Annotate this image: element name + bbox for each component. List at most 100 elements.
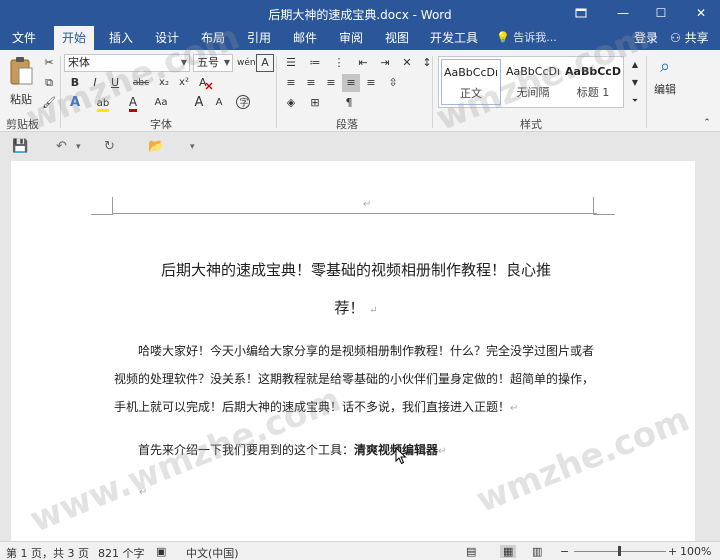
style-no-spacing[interactable]: AaBbCcDı 无间隔 xyxy=(503,59,563,105)
scroll-up-icon[interactable]: ▲ xyxy=(626,56,644,72)
clear-formatting-icon[interactable]: A xyxy=(196,74,214,92)
restore-down-icon[interactable] xyxy=(564,0,598,26)
page-count[interactable]: 第 1 页，共 3 页 xyxy=(6,545,89,560)
minimize-button[interactable]: — xyxy=(606,0,640,26)
group-divider xyxy=(432,56,433,128)
tab-layout[interactable]: 布局 xyxy=(193,26,233,50)
text-line: 手机上就可以完成！后期大神的速成宝典！话不多说，我们直接进入正题！↵ xyxy=(114,393,604,423)
read-mode-icon[interactable]: ▤ xyxy=(466,545,476,558)
redo-icon[interactable]: ↻ xyxy=(104,137,115,157)
tab-insert[interactable]: 插入 xyxy=(101,26,141,50)
language[interactable]: 中文(中国) xyxy=(186,545,239,560)
paragraph-group-label: 段落 xyxy=(336,118,358,131)
title-line-text: 荐！ xyxy=(334,299,365,317)
customize-qat-icon[interactable]: ▾ xyxy=(190,137,195,157)
tab-design[interactable]: 设计 xyxy=(147,26,187,50)
intro-paragraph[interactable]: 哈喽大家好！今天小编给大家分享的是视频相册制作教程！什么？完全没学过图片或者 视… xyxy=(114,337,604,423)
margin-corner-mark xyxy=(91,197,113,215)
document-title[interactable]: 后期大神的速成宝典！零基础的视频相册制作教程！良心推 荐！ ↵ xyxy=(111,253,601,328)
chevron-down-icon: ▼ xyxy=(180,58,187,67)
zoom-out-button[interactable]: − xyxy=(560,545,569,558)
align-left-icon[interactable]: ≡ xyxy=(282,74,300,92)
font-size-combo[interactable]: 五号 ▼ xyxy=(193,54,233,72)
font-name-combo[interactable]: 宋体 ▼ xyxy=(64,54,190,72)
multilevel-list-icon[interactable]: ⋮ xyxy=(330,54,348,72)
subscript-button[interactable]: x₂ xyxy=(155,74,173,92)
style-heading-1[interactable]: AaBbCcD 标题 1 xyxy=(563,59,623,105)
header-separator xyxy=(113,213,597,214)
align-center-icon[interactable]: ≡ xyxy=(302,74,320,92)
close-button[interactable]: ✕ xyxy=(684,0,718,26)
scroll-down-icon[interactable]: ▼ xyxy=(626,74,644,90)
bullets-icon[interactable]: ☰ xyxy=(282,54,300,72)
styles-gallery: AaBbCcDı 正文 AaBbCcDı 无间隔 AaBbCcD 标题 1 xyxy=(438,56,624,108)
sort-icon[interactable]: ↕ xyxy=(418,54,436,72)
tab-review[interactable]: 审阅 xyxy=(331,26,371,50)
tab-file[interactable]: 文件 xyxy=(4,26,44,50)
more-styles-icon[interactable]: ⏷ xyxy=(626,92,644,108)
maximize-button[interactable]: ☐ xyxy=(644,0,678,26)
shrink-font-button[interactable]: A xyxy=(210,94,228,112)
undo-icon[interactable]: ↶ xyxy=(56,137,67,157)
share-button[interactable]: ⚇ 共享 xyxy=(670,26,709,50)
decrease-indent-icon[interactable]: ⇤ xyxy=(354,54,372,72)
style-name: 正文 xyxy=(460,87,482,100)
superscript-button[interactable]: x² xyxy=(175,74,193,92)
zoom-slider-thumb[interactable] xyxy=(618,546,621,556)
editing-button[interactable]: ⌕ 编辑 xyxy=(650,56,680,108)
save-icon[interactable]: 💾 xyxy=(12,137,28,157)
clipboard-icon xyxy=(10,57,33,85)
change-case-button[interactable]: Aa xyxy=(150,94,172,112)
tab-references[interactable]: 引用 xyxy=(239,26,279,50)
numbering-icon[interactable]: ≔ xyxy=(306,54,324,72)
tab-home[interactable]: 开始 xyxy=(54,26,95,50)
strikethrough-button[interactable]: abc xyxy=(130,74,152,92)
distributed-icon[interactable]: ≡ xyxy=(362,74,380,92)
underline-button[interactable]: U xyxy=(106,74,124,92)
undo-dropdown-icon[interactable]: ▾ xyxy=(76,137,81,157)
document-page[interactable]: ↵ 后期大神的速成宝典！零基础的视频相册制作教程！良心推 荐！ ↵ 哈喽大家好！… xyxy=(11,161,695,541)
tool-paragraph[interactable]: 首先来介绍一下我们要用到的这个工具：清爽视频编辑器↵ xyxy=(114,436,604,466)
show-marks-icon[interactable]: ¶ xyxy=(340,94,358,112)
align-right-icon[interactable]: ≡ xyxy=(322,74,340,92)
borders-icon[interactable]: ⊞ xyxy=(306,94,324,112)
cut-icon[interactable]: ✂ xyxy=(40,54,58,72)
tab-view[interactable]: 视图 xyxy=(377,26,417,50)
print-layout-icon[interactable]: ▦ xyxy=(500,545,517,558)
grow-font-button[interactable]: A xyxy=(190,94,208,112)
zoom-in-button[interactable]: + xyxy=(668,545,677,558)
bold-button[interactable]: B xyxy=(66,74,84,92)
copy-icon[interactable]: ⧉ xyxy=(40,74,58,92)
web-layout-icon[interactable]: ▥ xyxy=(532,545,542,558)
collapse-ribbon-icon[interactable]: ⌃ xyxy=(698,114,716,132)
zoom-level[interactable]: 100% xyxy=(680,545,711,558)
tell-me-box[interactable]: 💡 告诉我... xyxy=(496,26,557,50)
title-bar: 后期大神的速成宝典.docx - Word — ☐ ✕ xyxy=(0,0,720,26)
phonetic-guide-icon[interactable]: wén xyxy=(237,54,256,72)
line-spacing-icon[interactable]: ⇳ xyxy=(384,74,402,92)
text-line: 哈喽大家好！今天小编给大家分享的是视频相册制作教程！什么？完全没学过图片或者 xyxy=(138,344,595,358)
word-count[interactable]: 821 个字 xyxy=(98,545,145,560)
italic-button[interactable]: I xyxy=(86,74,104,92)
format-painter-icon[interactable]: 🖌 xyxy=(40,94,58,112)
zoom-slider[interactable] xyxy=(574,546,666,556)
open-folder-icon[interactable]: 📂 xyxy=(148,137,164,157)
highlight-color-button[interactable]: ab xyxy=(92,94,114,112)
paste-button[interactable]: 粘贴 xyxy=(6,56,36,108)
chinese-layout-icon[interactable]: ✕ xyxy=(398,54,416,72)
justify-icon[interactable]: ≡ xyxy=(342,74,360,92)
tab-developer[interactable]: 开发工具 xyxy=(422,26,486,50)
text-effects-icon[interactable]: A xyxy=(66,94,84,112)
sign-in-link[interactable]: 登录 xyxy=(634,26,658,50)
font-color-button[interactable]: A xyxy=(122,94,144,112)
shading-icon[interactable]: ◈ xyxy=(282,94,300,112)
title-line: 后期大神的速成宝典！零基础的视频相册制作教程！良心推 xyxy=(160,261,551,279)
style-normal[interactable]: AaBbCcDı 正文 xyxy=(441,59,501,105)
group-divider xyxy=(276,56,277,128)
enclosed-char-icon[interactable]: 字 xyxy=(234,94,252,112)
magnifier-icon: ⌕ xyxy=(659,56,671,77)
proofing-icon[interactable]: ▣ xyxy=(156,545,166,558)
tab-mailings[interactable]: 邮件 xyxy=(285,26,325,50)
increase-indent-icon[interactable]: ⇥ xyxy=(376,54,394,72)
character-border-icon[interactable]: A xyxy=(256,54,274,72)
